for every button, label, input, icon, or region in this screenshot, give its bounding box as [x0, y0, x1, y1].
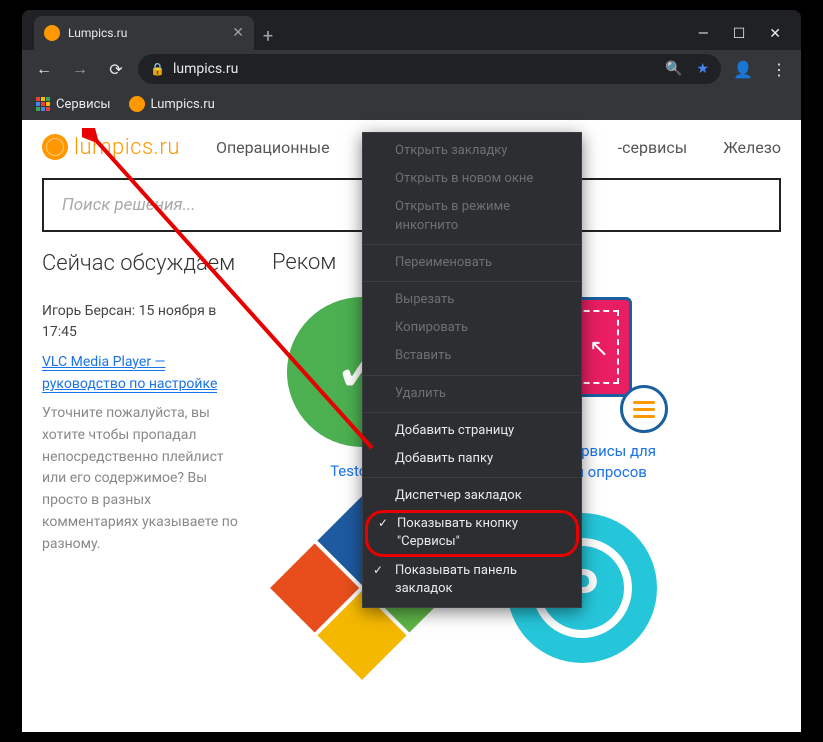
bookmark-label: Lumpics.ru	[151, 97, 215, 112]
search-icon[interactable]: 🔍	[665, 61, 682, 77]
ctx-bookmark-manager[interactable]: Диспетчер закладок	[363, 482, 581, 510]
ctx-open: Открыть закладку	[363, 137, 581, 165]
ctx-add-page[interactable]: Добавить страницу	[363, 417, 581, 445]
bookmarks-bar[interactable]: Сервисы Lumpics.ru	[22, 88, 801, 120]
titlebar: Lumpics.ru ✕ + — ☐ ✕	[22, 10, 801, 50]
new-tab-button[interactable]: +	[254, 22, 282, 50]
minimize-button[interactable]: —	[698, 26, 709, 42]
ctx-paste: Вставить	[363, 342, 581, 370]
apps-grid-icon	[36, 97, 50, 111]
menu-button[interactable]: ⋮	[765, 55, 793, 83]
apps-button[interactable]: Сервисы	[36, 97, 111, 112]
ctx-separator	[363, 412, 581, 413]
ctx-open-window: Открыть в новом окне	[363, 165, 581, 193]
ctx-separator	[363, 244, 581, 245]
tab-title: Lumpics.ru	[68, 26, 224, 40]
context-menu: Открыть закладку Открыть в новом окне От…	[362, 132, 582, 608]
address-bar[interactable]: 🔒 lumpics.ru 🔍 ★	[138, 54, 721, 84]
site-logo[interactable]: lumpics.ru	[42, 134, 180, 160]
window-controls: — ☐ ✕	[698, 26, 801, 50]
sidebar-discussion: Сейчас обсуждаем Игорь Берсан: 15 ноября…	[42, 250, 242, 663]
browser-tab[interactable]: Lumpics.ru ✕	[34, 16, 254, 50]
url-text: lumpics.ru	[173, 61, 238, 77]
ctx-separator	[363, 281, 581, 282]
logo-icon	[42, 134, 68, 160]
maximize-button[interactable]: ☐	[733, 26, 746, 42]
bookmark-item[interactable]: Lumpics.ru	[129, 96, 215, 112]
ctx-delete: Удалить	[363, 380, 581, 408]
lock-icon: 🔒	[150, 62, 165, 76]
comment-meta: Игорь Берсан: 15 ноября в 17:45	[42, 301, 242, 343]
ctx-open-incognito: Открыть в режиме инкогнито	[363, 193, 581, 239]
ctx-separator	[363, 375, 581, 376]
nav-services[interactable]: -сервисы	[618, 138, 687, 157]
ctx-separator	[363, 477, 581, 478]
ctx-show-apps[interactable]: Показывать кнопку "Сервисы"	[365, 510, 579, 556]
ctx-show-bar[interactable]: Показывать панель закладок	[363, 557, 581, 603]
comment-link[interactable]: VLC Media Player — руководство по настро…	[42, 354, 217, 393]
back-button[interactable]: ←	[30, 55, 58, 83]
logo-text: lumpics.ru	[74, 135, 180, 160]
ctx-rename: Переименовать	[363, 249, 581, 277]
forward-button[interactable]: →	[66, 55, 94, 83]
comment-body: Уточните пожалуйста, вы хотите чтобы про…	[42, 403, 242, 555]
nav-os[interactable]: Операционные	[216, 138, 330, 157]
ctx-cut: Вырезать	[363, 286, 581, 314]
toolbar: ← → ⟳ 🔒 lumpics.ru 🔍 ★ 👤 ⋮	[22, 50, 801, 88]
sidebar-title: Сейчас обсуждаем	[42, 250, 242, 279]
star-icon[interactable]: ★	[696, 61, 709, 77]
bookmark-favicon-icon	[129, 96, 145, 112]
close-window-button[interactable]: ✕	[769, 26, 781, 42]
ctx-add-folder[interactable]: Добавить папку	[363, 445, 581, 473]
profile-button[interactable]: 👤	[729, 55, 757, 83]
nav-hardware[interactable]: Железо	[723, 138, 781, 157]
ctx-copy: Копировать	[363, 314, 581, 342]
reload-button[interactable]: ⟳	[102, 55, 130, 83]
close-tab-icon[interactable]: ✕	[232, 25, 244, 41]
apps-label: Сервисы	[56, 97, 111, 112]
favicon-icon	[44, 25, 60, 41]
